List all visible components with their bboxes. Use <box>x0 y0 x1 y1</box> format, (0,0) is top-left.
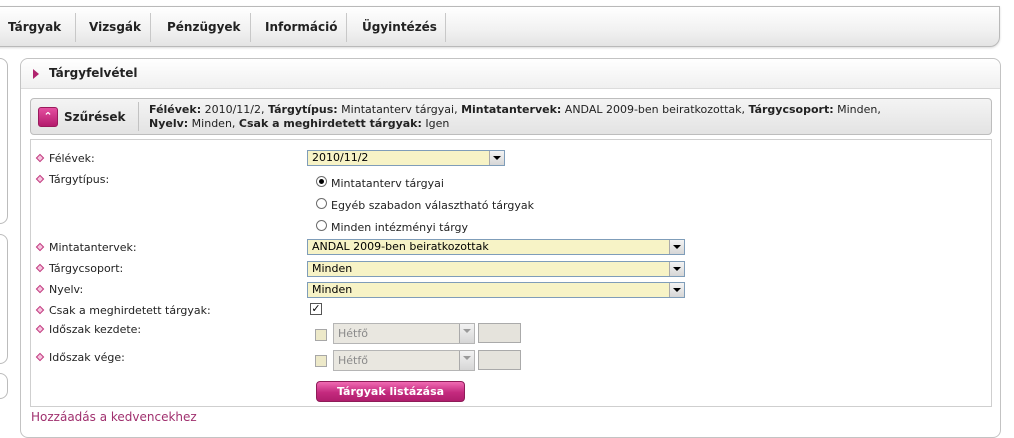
diamond-bullet-icon <box>35 263 45 273</box>
panel-header: Tárgyfelvétel <box>21 59 1000 89</box>
subject-type-radio-all[interactable] <box>316 220 327 231</box>
period-end-checkbox[interactable] <box>315 355 327 367</box>
diamond-bullet-icon <box>35 242 45 252</box>
left-sidebar-box <box>0 373 8 399</box>
chevron-up-icon: ⌃ <box>43 110 53 123</box>
curricula-label: Mintatantervek: <box>35 241 137 254</box>
filter-value: ANDAL 2009-ben beiratkozottak, <box>561 103 749 116</box>
subject-registration-panel: Tárgyfelvétel ⌃ Szűrések Félévek: 2010/1… <box>20 58 1001 438</box>
subject-type-radio-other[interactable] <box>316 198 327 209</box>
subject-group-label: Tárgycsoport: <box>35 262 123 275</box>
nav-tab-finances[interactable]: Pénzügyek <box>167 13 241 42</box>
top-navigation: Tárgyak Vizsgák Pénzügyek Információ Ügy… <box>0 6 1000 47</box>
period-start-time-input[interactable] <box>478 323 521 343</box>
diamond-bullet-icon <box>35 352 45 362</box>
period-start-checkbox[interactable] <box>315 329 327 341</box>
diamond-bullet-icon <box>35 305 45 315</box>
filters-summary: Félévek: 2010/11/2, Tárgytípus: Mintatan… <box>149 103 989 131</box>
semesters-label: Félévek: <box>35 152 95 165</box>
chevron-down-icon <box>489 151 504 165</box>
collapse-filters-button[interactable]: ⌃ <box>38 107 58 127</box>
period-start-day-select[interactable]: Hétfő <box>333 323 475 344</box>
filters-bar: ⌃ Szűrések Félévek: 2010/11/2, Tárgytípu… <box>30 98 992 135</box>
subject-type-label: Tárgytípus: <box>35 173 109 186</box>
list-subjects-button[interactable]: Tárgyak listázása <box>316 381 465 402</box>
filter-key: Félévek: <box>149 103 202 116</box>
checkmark-icon: ✓ <box>311 302 321 315</box>
chevron-down-icon <box>669 240 684 254</box>
filter-value: 2010/11/2, <box>201 103 269 116</box>
filter-key: Csak a meghirdetett tárgyak: <box>238 117 422 130</box>
filters-label[interactable]: Szűrések <box>64 110 126 124</box>
nav-separator <box>445 13 446 42</box>
diamond-bullet-icon <box>35 284 45 294</box>
period-end-label: Időszak vége: <box>35 351 125 364</box>
subject-group-select[interactable]: Minden <box>307 261 685 277</box>
left-sidebar-box <box>0 234 8 364</box>
announced-only-label: Csak a meghirdetett tárgyak: <box>35 304 211 317</box>
nav-tab-exams[interactable]: Vizsgák <box>89 13 141 42</box>
chevron-down-icon <box>669 262 684 276</box>
subject-type-radio-curriculum[interactable] <box>316 176 327 187</box>
nav-separator <box>346 13 347 42</box>
diamond-bullet-icon <box>35 153 45 163</box>
filter-value: Igen <box>421 117 450 130</box>
language-label: Nyelv: <box>35 283 83 296</box>
language-select[interactable]: Minden <box>307 282 685 298</box>
nav-tab-information[interactable]: Információ <box>265 13 337 42</box>
period-end-time-input[interactable] <box>478 350 521 370</box>
filter-value: Minden, <box>833 103 881 116</box>
filters-separator <box>138 102 139 131</box>
filter-value: Minden, <box>188 117 239 130</box>
nav-tab-subjects[interactable]: Tárgyak <box>8 13 61 42</box>
filter-key: Tárgytípus: <box>268 103 338 116</box>
period-start-label: Időszak kezdete: <box>35 323 141 336</box>
nav-tab-administration[interactable]: Ügyintézés <box>362 13 437 42</box>
chevron-down-icon <box>669 283 684 297</box>
nav-separator <box>75 13 76 42</box>
filter-key: Tárgycsoport: <box>748 103 834 116</box>
left-sidebar-box <box>0 58 8 224</box>
add-to-favorites-link[interactable]: Hozzáadás a kedvencekhez <box>31 410 197 424</box>
subject-type-option-label: Mintatanterv tárgyai <box>331 177 444 190</box>
chevron-down-icon <box>459 324 474 343</box>
nav-separator <box>150 13 151 42</box>
filter-key: Mintatantervek: <box>461 103 562 116</box>
curricula-select[interactable]: ANDAL 2009-ben beiratkozottak <box>307 239 685 255</box>
chevron-right-icon <box>33 69 39 79</box>
panel-title: Tárgyfelvétel <box>49 66 138 80</box>
chevron-down-icon <box>459 351 474 370</box>
filter-form: Félévek: 2010/11/2 Tárgytípus: Mintatant… <box>30 139 992 407</box>
announced-only-checkbox[interactable]: ✓ <box>310 303 322 315</box>
semesters-select[interactable]: 2010/11/2 <box>307 150 505 166</box>
period-end-day-select[interactable]: Hétfő <box>333 350 475 371</box>
diamond-bullet-icon <box>35 324 45 334</box>
diamond-bullet-icon <box>35 174 45 184</box>
filter-value: Mintatanterv tárgyai, <box>337 103 462 116</box>
subject-type-option-label: Minden intézményi tárgy <box>331 221 469 234</box>
filter-key: Nyelv: <box>149 117 189 130</box>
nav-separator <box>250 13 251 42</box>
subject-type-option-label: Egyéb szabadon választható tárgyak <box>331 199 534 212</box>
